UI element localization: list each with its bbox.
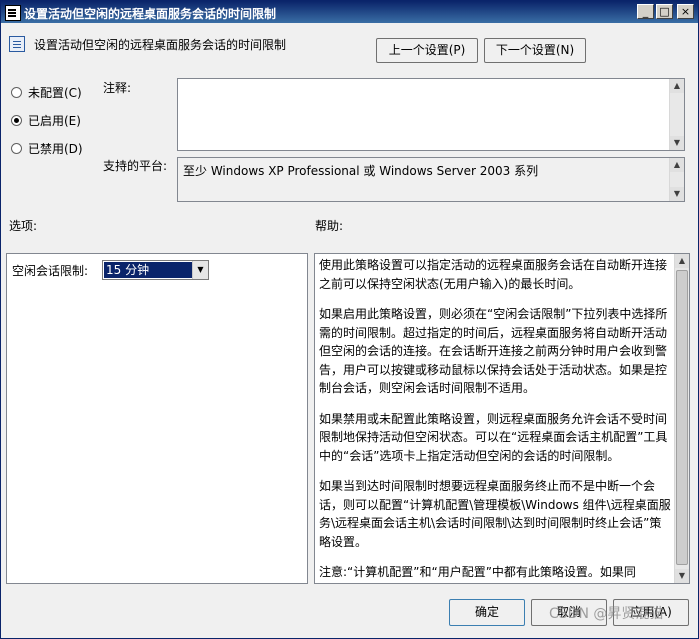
platform-box: 至少 Windows XP Professional 或 Windows Ser… [177, 157, 685, 202]
radio-label: 已禁用(D) [28, 142, 83, 156]
scroll-up-icon[interactable]: ▲ [670, 158, 684, 172]
scroll-down-icon[interactable]: ▼ [675, 569, 689, 583]
radio-circle[interactable] [11, 115, 22, 126]
close-button[interactable]: × [677, 4, 694, 19]
help-label: 帮助: [315, 219, 344, 233]
help-paragraph: 注意:“计算机配置”和“用户配置”中都有此策略设置。如果同 [319, 565, 636, 579]
maximize-button[interactable]: □ [656, 4, 673, 19]
idle-limit-dropdown[interactable]: 15 分钟 ▼ [102, 260, 209, 280]
platform-value: 至少 Windows XP Professional 或 Windows Ser… [183, 164, 539, 178]
help-scrollbar[interactable]: ▲ ▼ [674, 254, 689, 583]
radio-label: 未配置(C) [28, 86, 82, 100]
help-panel[interactable]: 使用此策略设置可以指定活动的远程桌面服务会话在自动断开连接之前可以保持空闲状态(… [314, 253, 690, 584]
platform-scrollbar[interactable]: ▲ ▼ [669, 158, 684, 201]
platform-label: 支持的平台: [103, 159, 168, 173]
help-paragraph: 使用此策略设置可以指定活动的远程桌面服务会话在自动断开连接之前可以保持空闲状态(… [319, 258, 668, 291]
idle-limit-label: 空闲会话限制: [12, 264, 89, 278]
minimize-button[interactable]: _ [637, 4, 654, 19]
help-text: 使用此策略设置可以指定活动的远程桌面服务会话在自动断开连接之前可以保持空闲状态(… [319, 256, 671, 583]
dropdown-arrow-icon[interactable]: ▼ [192, 261, 208, 279]
scroll-down-icon[interactable]: ▼ [670, 187, 684, 201]
next-setting-button[interactable]: 下一个设置(N) [484, 38, 586, 63]
policy-dialog-window: 设置活动但空闲的远程桌面服务会话的时间限制 _ □ × 设置活动但空闲的远程桌面… [0, 0, 699, 639]
help-paragraph: 如果启用此策略设置，则必须在“空闲会话限制”下拉列表中选择所需的时间限制。超过指… [319, 307, 668, 395]
setting-icon [9, 36, 25, 52]
options-label: 选项: [9, 219, 38, 233]
radio-disabled[interactable]: 已禁用(D) [11, 140, 83, 157]
radio-circle[interactable] [11, 143, 22, 154]
scroll-thumb[interactable] [676, 270, 688, 565]
radio-label: 已启用(E) [28, 114, 81, 128]
comment-textarea[interactable]: ▲ ▼ [177, 78, 685, 151]
title-bar[interactable]: 设置活动但空闲的远程桌面服务会话的时间限制 _ □ × [1, 1, 698, 23]
idle-limit-value: 15 分钟 [104, 262, 192, 278]
help-paragraph: 如果禁用或未配置此策略设置，则远程桌面服务允许会话不受时间限制地保持活动但空闲状… [319, 411, 668, 463]
options-panel: 空闲会话限制: [6, 253, 308, 584]
radio-circle[interactable] [11, 87, 22, 98]
comment-label: 注释: [103, 81, 132, 95]
radio-enabled[interactable]: 已启用(E) [11, 112, 81, 129]
scroll-up-icon[interactable]: ▲ [675, 254, 689, 268]
csdn-watermark: CSDN @昇贤混猫 [549, 606, 664, 622]
policy-icon [5, 5, 21, 21]
previous-setting-button[interactable]: 上一个设置(P) [376, 38, 478, 63]
scroll-up-icon[interactable]: ▲ [670, 79, 684, 93]
radio-not-configured[interactable]: 未配置(C) [11, 84, 82, 101]
comment-scrollbar[interactable]: ▲ ▼ [669, 79, 684, 150]
ok-button[interactable]: 确定 [449, 599, 525, 626]
scroll-down-icon[interactable]: ▼ [670, 136, 684, 150]
help-paragraph: 如果当到达时间限制时想要远程桌面服务终止而不是中断一个会话，则可以配置“计算机配… [319, 479, 671, 549]
window-title: 设置活动但空闲的远程桌面服务会话的时间限制 [24, 7, 277, 21]
setting-name: 设置活动但空闲的远程桌面服务会话的时间限制 [34, 38, 287, 52]
